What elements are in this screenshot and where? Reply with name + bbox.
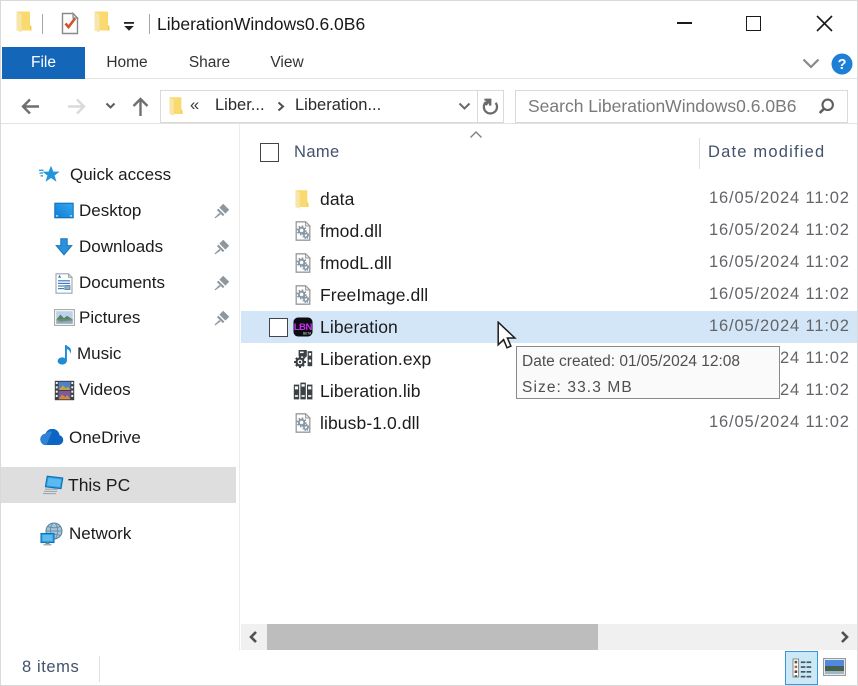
svg-text:BETA: BETA bbox=[303, 332, 312, 336]
svg-text:?: ? bbox=[838, 57, 847, 73]
